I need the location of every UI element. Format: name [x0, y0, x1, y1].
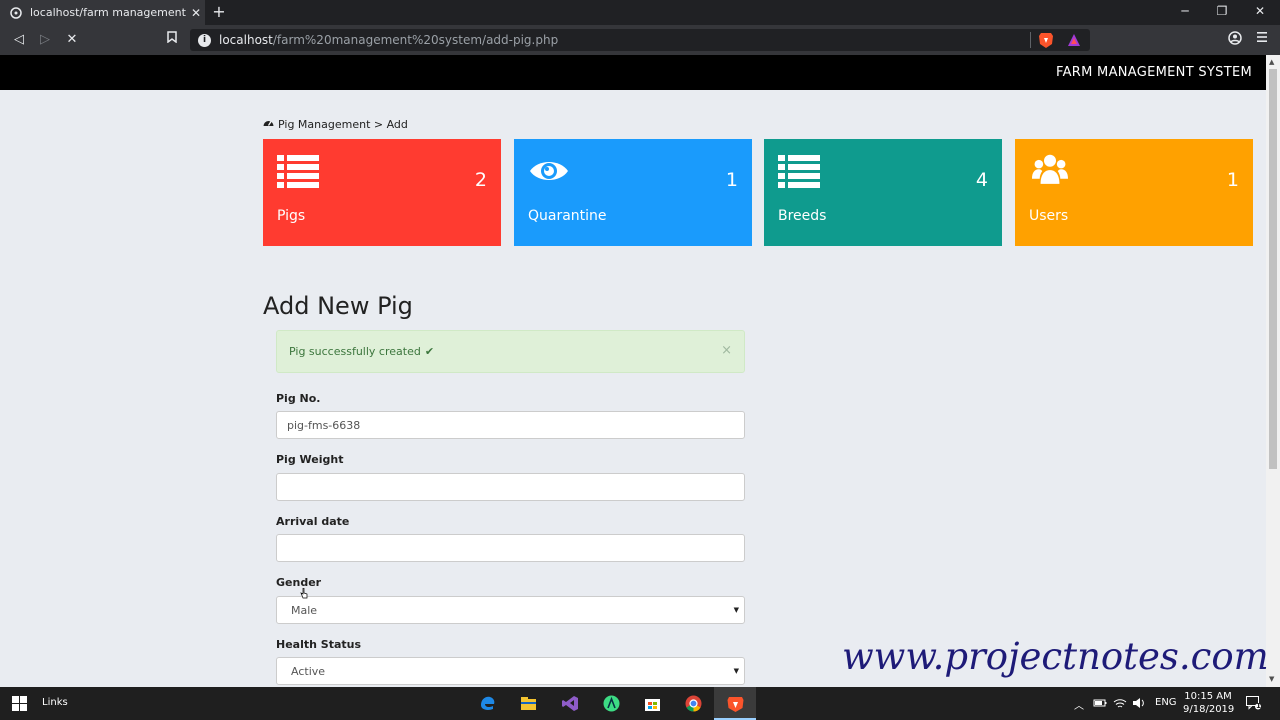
pig-no-label: Pig No. [276, 392, 321, 405]
card-count: 1 [725, 169, 738, 191]
omnibox-divider [1030, 32, 1031, 48]
card-pigs[interactable]: 2 Pigs [263, 139, 501, 246]
card-label: Pigs [277, 208, 306, 224]
brave-icon[interactable] [727, 695, 744, 712]
stop-loading-button[interactable]: ✕ [63, 31, 81, 49]
arrival-date-label: Arrival date [276, 515, 350, 528]
clock-date: 9/18/2019 [1183, 704, 1235, 715]
chevron-down-icon: ▼ [733, 667, 739, 675]
chevron-down-icon: ▼ [733, 606, 739, 614]
windows-start-icon[interactable] [12, 696, 27, 711]
store-icon[interactable] [644, 695, 661, 712]
volume-icon[interactable] [1132, 697, 1146, 709]
page-scrollbar[interactable]: ▲ ▼ [1266, 55, 1280, 687]
links-toolbar[interactable]: Links [42, 697, 68, 708]
bookmark-icon[interactable] [163, 31, 181, 49]
health-status-label: Health Status [276, 638, 362, 651]
list-icon [277, 155, 319, 188]
page-favicon-icon [10, 6, 22, 19]
health-status-select[interactable]: Active ▼ [276, 657, 745, 685]
profile-icon[interactable] [1226, 31, 1244, 49]
watermark: www.projectnotes.com [842, 635, 1269, 678]
app-navbar: FARM MANAGEMENT SYSTEM [0, 55, 1266, 90]
brave-rewards-icon[interactable] [1067, 33, 1081, 47]
browser-toolbar: ◁ ▷ ✕ i localhost /farm%20management%20s… [0, 25, 1280, 55]
list-icon [778, 155, 820, 188]
stat-cards: 2 Pigs 1 Quarantine 4 Breeds 1 Users [263, 139, 1253, 246]
file-explorer-icon[interactable] [520, 695, 537, 712]
browser-tab[interactable]: localhost/farm management syste ✕ [0, 0, 205, 25]
window-restore-button[interactable]: ❐ [1207, 4, 1237, 18]
window-minimize-button[interactable]: ─ [1170, 4, 1200, 18]
forward-button[interactable]: ▷ [36, 31, 54, 49]
back-button[interactable]: ◁ [10, 31, 28, 49]
browser-tab-title: localhost/farm management syste [30, 6, 187, 19]
edge-icon[interactable] [479, 695, 496, 712]
arrival-date-input[interactable] [276, 534, 745, 562]
tab-close-icon[interactable]: ✕ [187, 6, 205, 20]
health-status-selected-value: Active [291, 664, 326, 678]
address-bar[interactable]: i localhost /farm%20management%20system/… [190, 29, 1090, 51]
card-label: Breeds [778, 208, 827, 224]
scroll-down-icon[interactable]: ▼ [1269, 675, 1274, 683]
new-tab-button[interactable]: + [210, 2, 228, 21]
chrome-icon[interactable] [685, 695, 702, 712]
mouse-cursor-icon [300, 588, 308, 599]
window-close-button[interactable]: ✕ [1245, 4, 1275, 18]
app-brand[interactable]: FARM MANAGEMENT SYSTEM [1056, 65, 1252, 80]
notification-count: 1 [1256, 702, 1261, 710]
clock[interactable]: 10:15 AM 9/18/2019 [1183, 690, 1235, 716]
android-studio-icon[interactable] [603, 695, 620, 712]
card-count: 2 [474, 169, 487, 191]
language-indicator[interactable]: ENG [1155, 697, 1177, 708]
success-alert: Pig successfully created ✔ × [276, 330, 745, 373]
alert-message: Pig successfully created [289, 345, 421, 358]
menu-icon[interactable] [1253, 31, 1271, 49]
site-info-icon[interactable]: i [198, 33, 211, 47]
dashboard-icon [263, 118, 274, 131]
users-icon [1032, 154, 1068, 184]
page-title: Add New Pig [263, 292, 413, 320]
card-label: Quarantine [528, 208, 607, 224]
url-path: /farm%20management%20system/add-pig.php [272, 33, 559, 47]
gender-label: Gender [276, 576, 322, 589]
scrollbar-thumb[interactable] [1269, 69, 1277, 469]
breadcrumb-text[interactable]: Pig Management > Add [278, 118, 408, 131]
pig-weight-label: Pig Weight [276, 453, 344, 466]
brave-shields-icon[interactable] [1039, 32, 1053, 48]
card-quarantine[interactable]: 1 Quarantine [514, 139, 752, 246]
breadcrumb: Pig Management > Add [263, 118, 408, 131]
pig-no-input[interactable]: pig-fms-6638 [276, 411, 745, 439]
card-count: 1 [1226, 169, 1239, 191]
gender-selected-value: Male [291, 603, 318, 617]
eye-icon [530, 162, 568, 180]
check-icon: ✔ [424, 345, 435, 358]
tray-expand-icon[interactable]: ︿ [1074, 697, 1084, 712]
card-count: 4 [975, 169, 988, 191]
card-label: Users [1029, 208, 1069, 224]
alert-dismiss-button[interactable]: × [721, 343, 732, 358]
windows-taskbar: Links ︿ ENG 10:15 AM 9/18/2019 1 [0, 687, 1280, 720]
url-host: localhost [219, 33, 273, 47]
battery-icon[interactable] [1093, 697, 1107, 709]
card-breeds[interactable]: 4 Breeds [764, 139, 1002, 246]
card-users[interactable]: 1 Users [1015, 139, 1253, 246]
gender-select[interactable]: Male ▼ [276, 596, 745, 624]
clock-time: 10:15 AM [1184, 691, 1232, 702]
browser-tab-strip: localhost/farm management syste ✕ + ─ ❐ … [0, 0, 1280, 25]
pig-weight-input[interactable] [276, 473, 745, 501]
scroll-up-icon[interactable]: ▲ [1269, 58, 1274, 66]
wifi-icon[interactable] [1113, 697, 1127, 709]
visual-studio-icon[interactable] [562, 695, 579, 712]
